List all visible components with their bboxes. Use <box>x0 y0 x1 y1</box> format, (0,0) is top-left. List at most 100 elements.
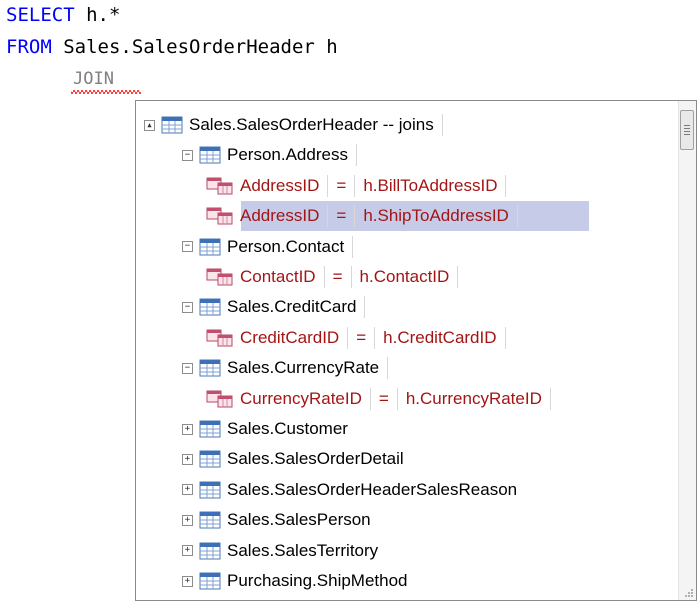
join-operator: = <box>332 267 343 286</box>
join-left-column: CreditCardID <box>240 327 340 347</box>
code-line-select[interactable]: SELECT h.* <box>6 4 120 26</box>
from-table: Sales.SalesOrderHeader h <box>51 36 338 58</box>
join-condition-item[interactable]: AddressID = h.ShipToAddressID <box>206 201 526 231</box>
keyword-select: SELECT <box>6 4 75 26</box>
relationship-icon <box>206 207 233 225</box>
table-name-label: Sales.Customer <box>227 419 348 438</box>
root-table-label: Sales.SalesOrderHeader -- joins <box>189 115 434 134</box>
table-icon <box>199 298 221 316</box>
table-name-label: Sales.SalesOrderDetail <box>227 449 404 469</box>
table-icon <box>199 542 221 560</box>
expand-button[interactable]: + <box>182 453 193 465</box>
collapse-button[interactable]: − <box>182 362 193 374</box>
collapse-button[interactable]: − <box>182 149 193 161</box>
code-line-from[interactable]: FROM Sales.SalesOrderHeader h <box>6 36 338 58</box>
column-separator <box>504 326 506 349</box>
join-condition-item[interactable]: CurrencyRateID = h.CurrencyRateID <box>206 384 559 414</box>
table-icon <box>199 146 221 164</box>
join-left-column: CurrencyRateID <box>240 388 362 408</box>
join-right-column: h.CurrencyRateID <box>405 388 542 408</box>
column-separator <box>352 235 354 258</box>
relationship-icon <box>206 177 233 195</box>
join-condition-item[interactable]: ContactID = h.ContactID <box>206 262 466 292</box>
join-condition-item[interactable]: CreditCardID = h.CreditCardID <box>206 323 514 353</box>
table-name-label: Sales.SalesPerson <box>227 510 371 530</box>
collapse-button[interactable]: − <box>182 301 193 313</box>
tree-table-item[interactable]: − Sales.CreditCard <box>182 292 373 322</box>
tree-table-item[interactable]: + Sales.SalesOrderDetail <box>182 444 404 474</box>
tree-table-item[interactable]: − Sales.CurrencyRate <box>182 353 396 383</box>
popup-scrollbar[interactable] <box>678 101 696 600</box>
join-operator: = <box>336 175 347 195</box>
column-separator <box>354 205 356 228</box>
join-right-column: h.ContactID <box>359 267 450 286</box>
table-icon <box>161 116 183 134</box>
expand-button[interactable]: + <box>182 423 193 435</box>
column-separator <box>396 387 398 410</box>
expand-button[interactable]: + <box>182 514 193 526</box>
column-separator <box>505 174 507 197</box>
expand-button[interactable]: + <box>182 484 193 496</box>
table-icon <box>199 481 221 499</box>
tree-table-item[interactable]: − Person.Address <box>182 140 365 170</box>
keyword-from: FROM <box>6 36 52 58</box>
tree-root[interactable]: ▲ Sales.SalesOrderHeader -- joins <box>144 110 451 140</box>
relationship-icon <box>206 268 233 286</box>
tree-table-item[interactable]: + Sales.SalesOrderHeaderSalesReason <box>182 475 517 505</box>
tree-table-item[interactable]: − Person.Contact <box>182 232 361 262</box>
collapse-root-button[interactable]: ▲ <box>144 119 155 131</box>
tree-table-item[interactable]: + Sales.SalesPerson <box>182 505 371 535</box>
tree-table-item[interactable]: + Purchasing.ShipMethod <box>182 566 408 596</box>
table-icon <box>199 359 221 377</box>
resize-grip-icon[interactable] <box>682 586 694 598</box>
scrollbar-thumb[interactable] <box>680 110 694 150</box>
column-separator <box>327 205 329 228</box>
join-operator: = <box>336 206 347 226</box>
table-icon <box>199 572 221 590</box>
join-right-column: h.BillToAddressID <box>363 175 498 195</box>
column-separator <box>354 174 356 197</box>
column-separator <box>516 205 518 228</box>
relationship-icon <box>206 390 233 408</box>
table-name-label: Sales.SalesTerritory <box>227 540 379 560</box>
table-icon <box>199 238 221 256</box>
column-separator <box>374 326 376 349</box>
table-icon <box>199 420 221 438</box>
column-separator <box>327 174 329 197</box>
tree-table-item[interactable]: + Sales.SalesTerritory <box>182 536 378 566</box>
join-right-column: h.CreditCardID <box>383 327 497 347</box>
column-separator <box>350 266 352 288</box>
select-columns: h.* <box>74 4 121 26</box>
join-operator: = <box>378 388 389 408</box>
column-separator <box>387 357 389 380</box>
relationship-icon <box>206 329 233 347</box>
table-name-label: Sales.CurrencyRate <box>227 358 380 378</box>
column-separator <box>347 326 349 349</box>
spellcheck-squiggle <box>71 90 141 94</box>
column-separator <box>457 266 459 288</box>
table-name-label: Person.Address <box>227 145 348 165</box>
column-separator <box>323 266 325 288</box>
table-icon <box>199 450 221 468</box>
join-operator: = <box>356 327 367 347</box>
table-name-label: Person.Contact <box>227 236 345 256</box>
tree-table-item[interactable]: + Sales.Customer <box>182 414 348 444</box>
table-name-label: Sales.SalesOrderHeaderSalesReason <box>227 479 518 499</box>
expand-button[interactable]: + <box>182 575 193 587</box>
join-left-column: ContactID <box>240 267 316 286</box>
join-suggestion-popup[interactable]: ▲ Sales.SalesOrderHeader -- joins − Person.… <box>135 100 697 601</box>
expand-button[interactable]: + <box>182 545 193 557</box>
column-separator <box>549 387 551 410</box>
table-name-label: Sales.CreditCard <box>227 297 357 317</box>
code-line-join[interactable]: JOIN <box>73 68 114 90</box>
join-right-column: h.ShipToAddressID <box>363 206 509 226</box>
column-separator <box>364 296 366 319</box>
column-separator <box>441 114 443 136</box>
join-condition-item[interactable]: AddressID = h.BillToAddressID <box>206 171 514 201</box>
table-icon <box>199 511 221 529</box>
collapse-button[interactable]: − <box>182 241 193 253</box>
table-name-label: Purchasing.ShipMethod <box>227 571 408 590</box>
join-left-column: AddressID <box>240 175 320 195</box>
column-separator <box>355 144 357 167</box>
column-separator <box>369 387 371 410</box>
